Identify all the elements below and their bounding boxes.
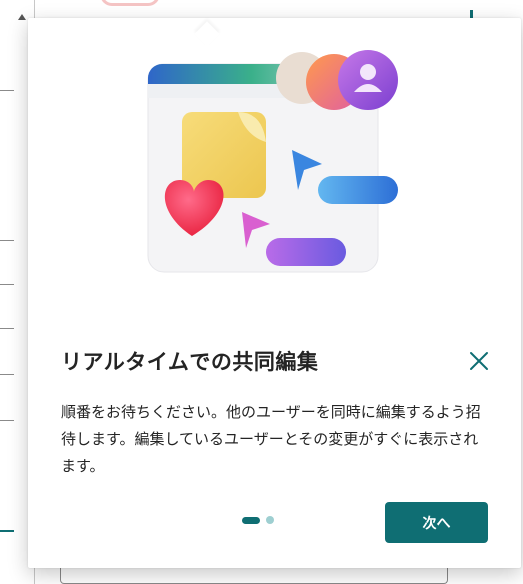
background-rule [0, 420, 14, 421]
collapse-arrow-icon[interactable] [18, 14, 26, 20]
background-decoration [100, 0, 160, 6]
popover-beak [194, 21, 220, 47]
popover-body: 順番をお待ちください。他のユーザーを同時に編集するよう招待します。編集しているユ… [61, 403, 481, 475]
page-dot[interactable] [266, 516, 274, 524]
collaboration-illustration-icon [147, 50, 398, 273]
background-rule [0, 328, 14, 329]
page-dot-active[interactable] [242, 516, 260, 524]
background-rule-active [0, 530, 14, 532]
background-rule [0, 90, 14, 91]
close-button[interactable] [464, 346, 494, 376]
background-rule [0, 240, 14, 241]
popover-title: リアルタイムでの共同編集 [61, 350, 319, 374]
next-button[interactable]: 次へ [385, 502, 488, 543]
close-icon [470, 352, 488, 370]
background-rule [0, 284, 14, 285]
background-rule [0, 374, 14, 375]
teaching-popover: リアルタイムでの共同編集 順番をお待ちください。他のユーザーを同時に編集するよう… [28, 18, 521, 568]
page-indicator [242, 516, 274, 524]
